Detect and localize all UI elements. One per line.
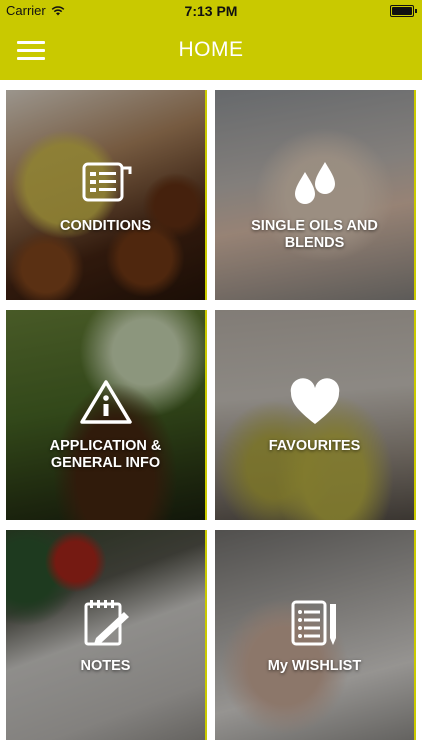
status-time: 7:13 PM	[184, 3, 238, 19]
page-title: HOME	[178, 38, 244, 61]
tile-favourites[interactable]: FAVOURITES	[215, 310, 416, 520]
tile-label: FAVOURITES	[268, 438, 361, 454]
tile-label: SINGLE OILS AND BLENDS	[251, 218, 378, 251]
home-tile-grid: CONDITIONS SINGLE OILS AND BLENDS APPLIC…	[6, 90, 416, 740]
tile-conditions[interactable]: CONDITIONS	[6, 90, 207, 300]
tile-label: NOTES	[80, 658, 131, 674]
tile-label: My WISHLIST	[267, 658, 362, 674]
battery-icon	[390, 5, 417, 17]
tile-single-oils-and-blends[interactable]: SINGLE OILS AND BLENDS	[215, 90, 416, 300]
checklist-pen-icon	[291, 600, 336, 646]
heart-icon	[290, 378, 339, 424]
tile-application-general-info[interactable]: APPLICATION & GENERAL INFO	[6, 310, 207, 520]
tile-label: CONDITIONS	[59, 218, 152, 234]
scroll-list-icon	[82, 162, 131, 202]
tile-label: APPLICATION & GENERAL INFO	[49, 438, 162, 471]
tile-notes[interactable]: NOTES	[6, 530, 207, 740]
status-bar: Carrier 7:13 PM	[0, 0, 422, 22]
info-warning-icon	[79, 380, 132, 424]
oil-drops-icon	[294, 162, 335, 204]
tile-my-wishlist[interactable]: My WISHLIST	[215, 530, 416, 740]
notepad-pencil-icon	[84, 600, 129, 646]
app-header: Carrier 7:13 PM HOME	[0, 0, 422, 80]
